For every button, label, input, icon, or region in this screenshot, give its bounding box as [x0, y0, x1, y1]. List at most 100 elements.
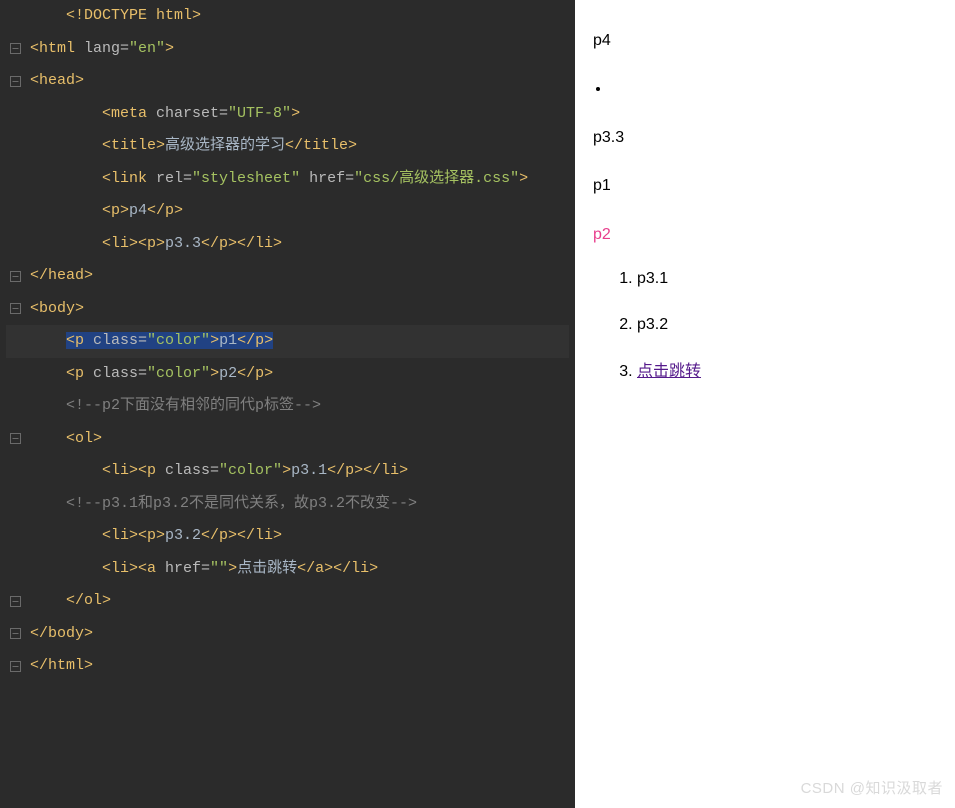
- code-token: </p>: [147, 202, 183, 219]
- code-line[interactable]: <li><p class="color">p3.1</p></li>: [6, 455, 569, 488]
- code-token: <title>: [102, 137, 165, 154]
- code-token: "color": [147, 332, 210, 349]
- code-token: </p></li>: [201, 527, 282, 544]
- code-token: <!--p2下面没有相邻的同代p标签-->: [66, 397, 321, 414]
- preview-bullet-empty: [611, 78, 937, 100]
- code-line[interactable]: <title>高级选择器的学习</title>: [6, 130, 569, 163]
- code-token: p3.3: [165, 235, 201, 252]
- code-token: charset=: [156, 105, 228, 122]
- fold-open-icon[interactable]: [8, 432, 22, 446]
- code-token: >: [291, 105, 300, 122]
- code-line[interactable]: <meta charset="UTF-8">: [6, 98, 569, 131]
- code-token: </p></li>: [327, 462, 408, 479]
- code-token: lang=: [84, 40, 129, 57]
- code-token: >: [210, 332, 219, 349]
- code-line[interactable]: <!--p3.1和p3.2不是同代关系，故p3.2不改变-->: [6, 488, 569, 521]
- code-token: href=: [165, 560, 210, 577]
- code-token: <link: [102, 170, 156, 187]
- fold-close-icon[interactable]: [8, 594, 22, 608]
- code-token: >: [210, 365, 219, 382]
- code-line[interactable]: <!DOCTYPE html>: [6, 0, 569, 33]
- code-token: <p: [66, 365, 93, 382]
- code-token: "stylesheet": [192, 170, 300, 187]
- code-line[interactable]: <!--p2下面没有相邻的同代p标签-->: [6, 390, 569, 423]
- code-token: <li><p: [102, 462, 165, 479]
- fold-close-icon[interactable]: [8, 627, 22, 641]
- code-token: "": [210, 560, 228, 577]
- code-token: >: [165, 40, 174, 57]
- code-token: p2: [219, 365, 237, 382]
- code-token: <li><a: [102, 560, 165, 577]
- code-token: <!--p3.1和p3.2不是同代关系，故p3.2不改变-->: [66, 495, 417, 512]
- code-token: "en": [129, 40, 165, 57]
- preview-p4: p4: [593, 30, 937, 52]
- code-token: </html>: [30, 657, 93, 674]
- code-line[interactable]: <p class="color">p2</p>: [6, 358, 569, 391]
- code-line[interactable]: </ol>: [6, 585, 569, 618]
- code-token: p3.1: [291, 462, 327, 479]
- code-token: 高级选择器的学习: [165, 137, 285, 154]
- code-line[interactable]: <li><a href="">点击跳转</a></li>: [6, 553, 569, 586]
- code-token: p1: [219, 332, 237, 349]
- code-editor[interactable]: <!DOCTYPE html><html lang="en"><head> <m…: [0, 0, 575, 808]
- code-token: <head>: [30, 72, 84, 89]
- code-line[interactable]: </head>: [6, 260, 569, 293]
- code-token: <body>: [30, 300, 84, 317]
- code-token: </head>: [30, 267, 93, 284]
- code-token: href=: [309, 170, 354, 187]
- code-token: >: [519, 170, 528, 187]
- preview-ordered-list: p3.1 p3.2 点击跳转: [637, 268, 937, 383]
- code-token: >: [282, 462, 291, 479]
- code-token: </title>: [285, 137, 357, 154]
- code-line[interactable]: <li><p>p3.3</p></li>: [6, 228, 569, 261]
- code-token: <li><p>: [102, 235, 165, 252]
- code-token: </body>: [30, 625, 93, 642]
- code-token: 点击跳转: [237, 560, 297, 577]
- code-token: <ol>: [66, 430, 102, 447]
- fold-open-icon[interactable]: [8, 74, 22, 88]
- list-item: 点击跳转: [637, 361, 937, 383]
- code-token: <meta: [102, 105, 156, 122]
- fold-open-icon[interactable]: [8, 302, 22, 316]
- code-token: p4: [129, 202, 147, 219]
- code-token: <html: [30, 40, 84, 57]
- code-token: rel=: [156, 170, 192, 187]
- code-token: </ol>: [66, 592, 111, 609]
- code-line[interactable]: <head>: [6, 65, 569, 98]
- code-token: <li><p>: [102, 527, 165, 544]
- list-item: p3.1: [637, 268, 937, 290]
- code-line[interactable]: <p class="color">p1</p>: [6, 325, 569, 358]
- list-item: p3.2: [637, 314, 937, 336]
- code-token: </a></li>: [297, 560, 378, 577]
- code-token: </p></li>: [201, 235, 282, 252]
- code-token: class=: [165, 462, 219, 479]
- preview-link[interactable]: 点击跳转: [637, 363, 701, 380]
- code-token: "UTF-8": [228, 105, 291, 122]
- code-token: class=: [93, 332, 147, 349]
- code-line[interactable]: <ol>: [6, 423, 569, 456]
- code-line[interactable]: </html>: [6, 650, 569, 683]
- code-token: <p: [66, 332, 93, 349]
- code-line[interactable]: <p>p4</p>: [6, 195, 569, 228]
- fold-close-icon[interactable]: [8, 269, 22, 283]
- code-token: [300, 170, 309, 187]
- code-token: >: [228, 560, 237, 577]
- code-token: class=: [93, 365, 147, 382]
- code-token: "css/高级选择器.css": [354, 170, 519, 187]
- code-token: p3.2: [165, 527, 201, 544]
- code-line[interactable]: <html lang="en">: [6, 33, 569, 66]
- preview-p33: p3.3: [593, 127, 937, 149]
- code-line[interactable]: <body>: [6, 293, 569, 326]
- browser-preview: p4 p3.3 p1 p2 p3.1 p3.2 点击跳转: [575, 0, 955, 808]
- preview-p1: p1: [593, 175, 937, 197]
- code-line[interactable]: <link rel="stylesheet" href="css/高级选择器.c…: [6, 163, 569, 196]
- code-token: "color": [219, 462, 282, 479]
- code-line[interactable]: <li><p>p3.2</p></li>: [6, 520, 569, 553]
- code-token: <!DOCTYPE html>: [66, 7, 201, 24]
- fold-close-icon[interactable]: [8, 659, 22, 673]
- code-line[interactable]: </body>: [6, 618, 569, 651]
- code-token: <p>: [102, 202, 129, 219]
- code-token: "color": [147, 365, 210, 382]
- fold-open-icon[interactable]: [8, 42, 22, 56]
- preview-p2: p2: [593, 224, 937, 246]
